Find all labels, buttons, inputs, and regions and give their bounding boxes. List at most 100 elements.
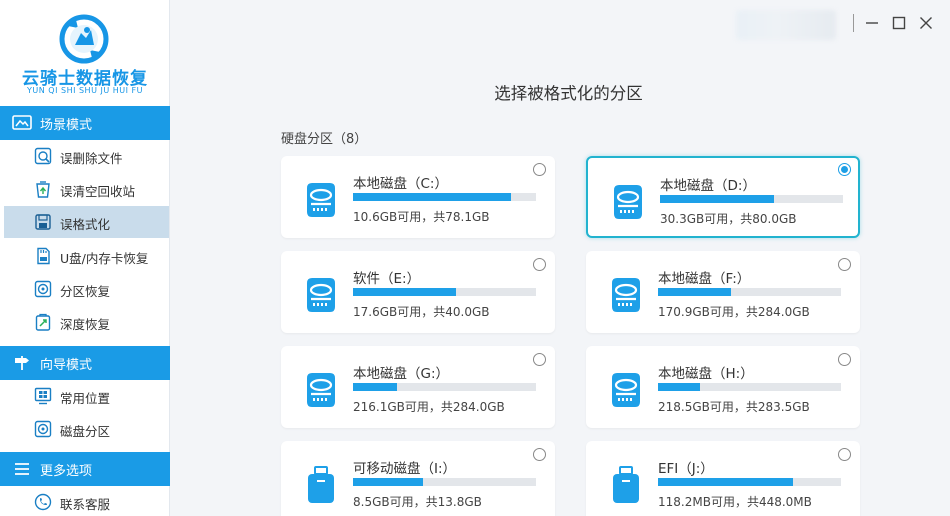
partition-name: 本地磁盘（H:） xyxy=(658,366,754,382)
hard-disk-icon xyxy=(612,278,640,312)
recycle-bin-icon xyxy=(36,181,50,198)
usage-bar-fill xyxy=(353,193,512,201)
knight-logo-icon xyxy=(59,14,109,64)
partition-name: 本地磁盘（C:） xyxy=(353,176,448,192)
usage-bar xyxy=(660,195,843,203)
partition-radio[interactable] xyxy=(838,163,851,176)
usage-bar xyxy=(658,478,841,486)
hard-disk-icon xyxy=(307,183,335,217)
close-button[interactable] xyxy=(915,12,937,34)
partition-radio[interactable] xyxy=(533,448,546,461)
usage-bar-fill xyxy=(353,383,397,391)
partition-card[interactable]: 可移动磁盘（I:） 8.5GB可用，共13.8GB xyxy=(281,441,555,516)
sidebar-item-disk-partition[interactable]: 磁盘分区 xyxy=(4,413,169,445)
section-scene-mode: 场景模式 xyxy=(0,106,170,140)
sidebar-item-deep-recovery[interactable]: 深度恢复 xyxy=(4,306,169,338)
sidebar-item-usb-card[interactable]: U盘/内存卡恢复 xyxy=(4,240,169,272)
sidebar-item-common-locations[interactable]: 常用位置 xyxy=(4,380,169,412)
disk-partition-icon xyxy=(34,420,52,438)
sidebar-item-deleted-files[interactable]: 误删除文件 xyxy=(4,140,169,172)
section-more-options: 更多选项 xyxy=(0,452,170,486)
sidebar-item-customer-service[interactable]: 联系客服 xyxy=(4,486,169,516)
app-subtitle: YUN QI SHI SHU JU HUI FU xyxy=(27,86,143,95)
partition-name: 本地磁盘（F:） xyxy=(658,271,751,287)
usage-bar-fill xyxy=(658,478,793,486)
partition-name: 本地磁盘（D:） xyxy=(660,178,756,194)
partition-count-label: 硬盘分区（8） xyxy=(281,132,368,147)
usb-drive-icon xyxy=(613,466,639,503)
partition-name: EFI（J:） xyxy=(658,461,714,477)
sidebar-item-label: 误删除文件 xyxy=(60,151,123,166)
close-icon xyxy=(920,17,932,29)
partition-radio[interactable] xyxy=(533,163,546,176)
partition-size: 10.6GB可用，共78.1GB xyxy=(353,210,490,224)
usage-bar xyxy=(658,383,841,391)
usb-drive-icon xyxy=(308,466,334,503)
customer-service-icon xyxy=(34,493,52,511)
maximize-button[interactable] xyxy=(888,12,910,34)
partition-card[interactable]: 本地磁盘（F:） 170.9GB可用，共284.0GB xyxy=(586,251,860,333)
deep-recovery-icon xyxy=(35,313,51,331)
partition-size: 216.1GB可用，共284.0GB xyxy=(353,400,505,414)
usage-bar-fill xyxy=(658,383,700,391)
sidebar-item-label: 磁盘分区 xyxy=(60,424,111,439)
user-account-area[interactable] xyxy=(736,10,836,40)
partition-radio[interactable] xyxy=(533,258,546,271)
usage-bar-fill xyxy=(353,478,424,486)
partition-size: 17.6GB可用，共40.0GB xyxy=(353,305,490,319)
sidebar-item-label: 深度恢复 xyxy=(60,317,111,332)
partition-size: 118.2MB可用，共448.0MB xyxy=(658,495,812,509)
partition-radio[interactable] xyxy=(838,448,851,461)
partition-card[interactable]: 软件（E:） 17.6GB可用，共40.0GB xyxy=(281,251,555,333)
section-title: 向导模式 xyxy=(40,357,93,373)
minimize-icon xyxy=(866,22,878,24)
usage-bar xyxy=(353,193,536,201)
sidebar: 云骑士数据恢复 YUN QI SHI SHU JU HUI FU 场景模式 误删… xyxy=(0,0,170,516)
hard-disk-icon xyxy=(307,278,335,312)
signpost-icon xyxy=(12,355,32,371)
partition-card[interactable]: 本地磁盘（G:） 216.1GB可用，共284.0GB xyxy=(281,346,555,428)
partition-size: 8.5GB可用，共13.8GB xyxy=(353,495,482,509)
partition-radio[interactable] xyxy=(838,258,851,271)
page-title: 选择被格式化的分区 xyxy=(494,84,643,103)
usage-bar-fill xyxy=(353,288,456,296)
partition-size: 30.3GB可用，共80.0GB xyxy=(660,212,797,226)
usage-bar-fill xyxy=(658,288,731,296)
sidebar-item-label: 误清空回收站 xyxy=(60,184,136,199)
partition-name: 软件（E:） xyxy=(353,271,421,287)
hard-disk-icon xyxy=(307,373,335,407)
partition-card[interactable]: EFI（J:） 118.2MB可用，共448.0MB xyxy=(586,441,860,516)
minimize-button[interactable] xyxy=(861,12,883,34)
partition-name: 可移动磁盘（I:） xyxy=(353,461,457,477)
main-panel: 选择被格式化的分区 硬盘分区（8） 本地磁盘（C:） 10.6GB可用，共78.1… xyxy=(171,0,950,516)
partition-card[interactable]: 本地磁盘（D:） 30.3GB可用，共80.0GB xyxy=(586,156,860,238)
sidebar-item-label: 联系客服 xyxy=(60,497,111,512)
app-logo: 云骑士数据恢复 YUN QI SHI SHU JU HUI FU xyxy=(0,0,170,106)
hard-disk-icon xyxy=(614,185,642,219)
partition-size: 218.5GB可用，共283.5GB xyxy=(658,400,810,414)
sidebar-item-recycle-bin[interactable]: 误清空回收站 xyxy=(4,173,169,205)
sidebar-item-label: 分区恢复 xyxy=(60,284,111,299)
section-wizard-mode: 向导模式 xyxy=(0,346,170,380)
format-disk-icon xyxy=(35,214,51,230)
partition-card[interactable]: 本地磁盘（C:） 10.6GB可用，共78.1GB xyxy=(281,156,555,238)
maximize-icon xyxy=(892,16,906,30)
menu-lines-icon xyxy=(12,461,32,477)
scene-mode-icon xyxy=(12,115,32,131)
usage-bar xyxy=(353,383,536,391)
sidebar-item-partition-recovery[interactable]: 分区恢复 xyxy=(4,273,169,305)
usage-bar xyxy=(353,288,536,296)
usage-bar xyxy=(353,478,536,486)
title-divider xyxy=(853,14,854,32)
sidebar-item-label: 误格式化 xyxy=(60,217,111,232)
usage-bar xyxy=(658,288,841,296)
section-title: 更多选项 xyxy=(40,463,93,479)
section-title: 场景模式 xyxy=(40,117,93,133)
partition-card[interactable]: 本地磁盘（H:） 218.5GB可用，共283.5GB xyxy=(586,346,860,428)
partition-radio[interactable] xyxy=(533,353,546,366)
windows-icon xyxy=(34,387,52,405)
sidebar-item-format[interactable]: 误格式化 xyxy=(4,206,169,238)
hard-disk-icon xyxy=(612,373,640,407)
partition-radio[interactable] xyxy=(838,353,851,366)
partition-size: 170.9GB可用，共284.0GB xyxy=(658,305,810,319)
